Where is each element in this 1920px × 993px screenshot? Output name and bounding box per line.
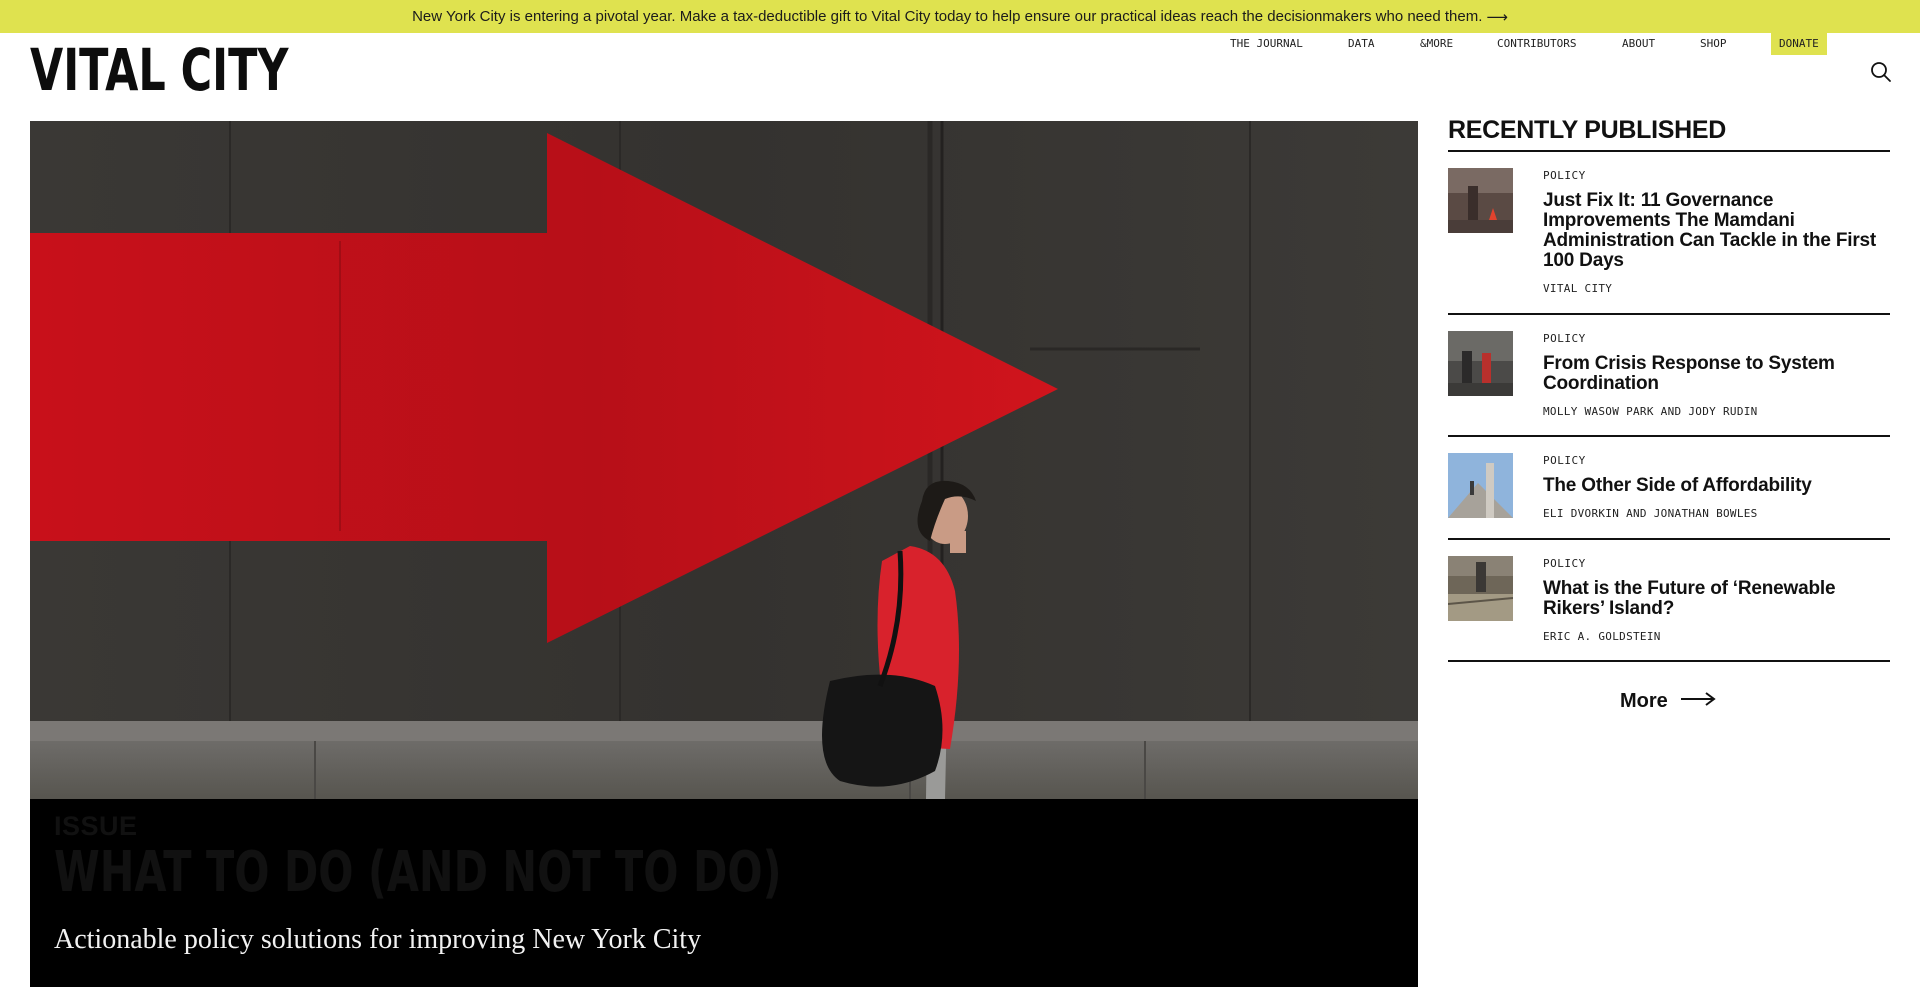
article-thumbnail[interactable] — [1448, 453, 1513, 518]
hero-feature[interactable]: ISSUE WHAT TO DO (AND NOT TO DO) Actiona… — [30, 121, 1418, 987]
search-icon[interactable] — [1868, 60, 1894, 86]
article-category[interactable]: POLICY — [1543, 540, 1890, 570]
article-item[interactable]: POLICY The Other Side of Affordability E… — [1448, 437, 1890, 540]
sidebar-heading: RECENTLY PUBLISHED — [1448, 116, 1726, 144]
article-title[interactable]: From Crisis Response to System Coordinat… — [1543, 354, 1890, 394]
article-author[interactable]: ERIC A. GOLDSTEIN — [1543, 630, 1890, 643]
arrow-right-icon — [1680, 692, 1716, 711]
donate-button[interactable]: DONATE — [1771, 33, 1827, 55]
recently-published-sidebar: RECENTLY PUBLISHED POLICY Just Fix It: 1… — [1448, 116, 1890, 712]
article-category[interactable]: POLICY — [1543, 437, 1890, 467]
announcement-banner[interactable]: New York City is entering a pivotal year… — [0, 0, 1920, 33]
banner-text[interactable]: New York City is entering a pivotal year… — [412, 8, 1482, 25]
article-item[interactable]: POLICY What is the Future of ‘Renewable … — [1448, 540, 1890, 662]
site-header: VITAL CITY THE JOURNAL DATA &MORE CONTRI… — [0, 33, 1920, 120]
article-thumbnail[interactable] — [1448, 331, 1513, 396]
more-label[interactable]: More — [1620, 690, 1668, 713]
arrow-right-icon: ⟶ — [1486, 8, 1508, 26]
article-category[interactable]: POLICY — [1543, 152, 1890, 182]
article-category[interactable]: POLICY — [1543, 315, 1890, 345]
article-thumbnail[interactable] — [1448, 168, 1513, 233]
article-title[interactable]: The Other Side of Affordability — [1543, 476, 1890, 496]
article-item[interactable]: POLICY Just Fix It: 11 Governance Improv… — [1448, 152, 1890, 315]
article-author[interactable]: MOLLY WASOW PARK AND JODY RUDIN — [1543, 405, 1890, 418]
article-title[interactable]: Just Fix It: 11 Governance Improvements … — [1543, 191, 1890, 271]
issue-subtitle: Actionable policy solutions for improvin… — [54, 924, 702, 955]
more-link[interactable]: More — [1620, 690, 1716, 713]
article-title[interactable]: What is the Future of ‘Renewable Rikers’… — [1543, 579, 1890, 619]
nav-item-contributors[interactable]: CONTRIBUTORS — [1497, 33, 1576, 55]
nav-item-more[interactable]: &MORE — [1420, 33, 1453, 55]
nav-item-the-journal[interactable]: THE JOURNAL — [1230, 33, 1303, 55]
site-logo[interactable]: VITAL CITY — [30, 41, 288, 99]
article-thumbnail[interactable] — [1448, 556, 1513, 621]
article-author[interactable]: VITAL CITY — [1543, 282, 1890, 295]
article-item[interactable]: POLICY From Crisis Response to System Co… — [1448, 315, 1890, 437]
issue-label: ISSUE — [54, 811, 138, 841]
hero-image — [30, 121, 1418, 799]
nav-item-about[interactable]: ABOUT — [1622, 33, 1655, 55]
nav-item-data[interactable]: DATA — [1348, 33, 1375, 55]
issue-title[interactable]: WHAT TO DO (AND NOT TO DO) — [54, 845, 782, 901]
nav-item-shop[interactable]: SHOP — [1700, 33, 1727, 55]
article-author[interactable]: ELI DVORKIN AND JONATHAN BOWLES — [1543, 507, 1890, 520]
